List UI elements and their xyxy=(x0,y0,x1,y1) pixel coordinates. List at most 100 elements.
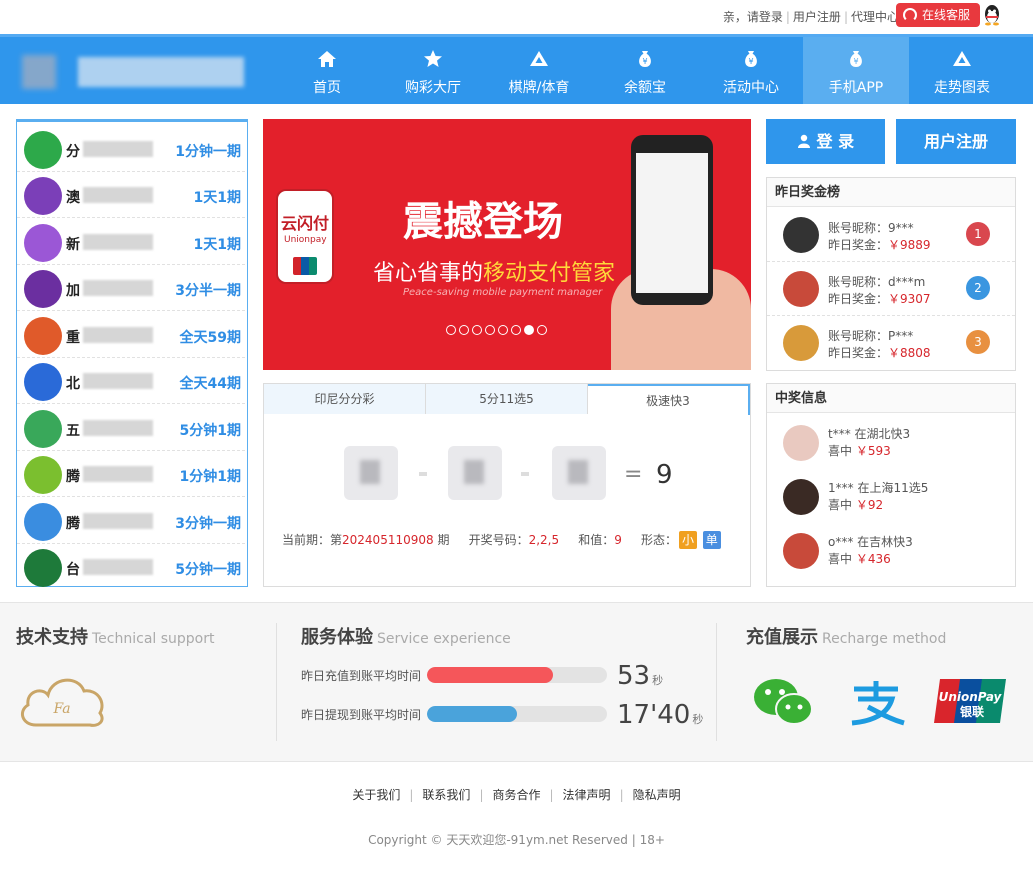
user-icon xyxy=(797,134,810,148)
lottery-tabs: 印尼分分彩 5分11选5 极速快3 xyxy=(264,384,750,415)
svg-text:Fa: Fa xyxy=(52,701,70,717)
game-item[interactable]: 分 1分钟一期 xyxy=(17,126,245,172)
ranking-title: 昨日奖金榜 xyxy=(767,178,1015,207)
game-avatar xyxy=(24,317,62,355)
game-name: 新 xyxy=(66,237,80,253)
login-button[interactable]: 登 录 xyxy=(766,119,885,164)
game-avatar xyxy=(24,549,62,587)
shape-tag-small: 小 xyxy=(678,531,697,549)
tab-indonesia-ffc[interactable]: 印尼分分彩 xyxy=(264,384,426,414)
nav-label: 余额宝 xyxy=(624,80,666,96)
qq-penguin-icon[interactable] xyxy=(983,4,1001,26)
game-name: 加 xyxy=(66,283,80,299)
lottery-draw-panel: 印尼分分彩 5分11选5 极速快3 = 9 当前期：第202405110908 … xyxy=(263,383,751,587)
home-icon xyxy=(318,51,336,67)
game-item[interactable]: 新 1天1期 xyxy=(17,219,245,265)
game-avatar xyxy=(24,410,62,448)
alipay-icon[interactable] xyxy=(846,677,906,727)
money-bag-icon: ¥ xyxy=(850,51,862,67)
game-period: 1天1期 xyxy=(193,190,241,206)
agent-center-link[interactable]: 代理中心 xyxy=(851,10,899,24)
main-nav: 首页 购彩大厅 棋牌/体育 ¥ 余额宝 ¥ 活动中心 ¥ 手机APP 走势图表 xyxy=(0,34,1033,104)
game-avatar xyxy=(24,224,62,262)
game-period: 5分钟1期 xyxy=(179,423,241,439)
footer-link-legal[interactable]: 法律声明 xyxy=(563,788,611,802)
footer-link-privacy[interactable]: 隐私声明 xyxy=(633,788,681,802)
wechat-icon[interactable] xyxy=(752,677,814,727)
promo-banner[interactable]: 云闪付 Unionpay 震撼登场 省心省事的移动支付管家 Peace-savi… xyxy=(263,119,751,370)
ranking-row: 账号昵称：d***m 昨日奖金：￥9307 2 xyxy=(767,262,1015,316)
nav-home[interactable]: 首页 xyxy=(274,37,380,104)
carousel-dot[interactable] xyxy=(511,325,521,335)
carousel-dot[interactable] xyxy=(446,325,456,335)
withdraw-time-row: 昨日提现到账平均时间 xyxy=(301,706,607,723)
game-period: 全天59期 xyxy=(179,330,241,346)
game-period: 1天1期 xyxy=(193,237,241,253)
equals-sign: = xyxy=(624,462,643,487)
nav-label: 首页 xyxy=(313,80,341,96)
headset-icon xyxy=(903,8,917,22)
avatar xyxy=(783,217,819,253)
game-item[interactable]: 加 3分半一期 xyxy=(17,265,245,311)
carousel-dot[interactable] xyxy=(459,325,469,335)
carousel-dot[interactable] xyxy=(498,325,508,335)
unionpay-card-icon xyxy=(293,257,317,275)
register-button[interactable]: 用户注册 xyxy=(896,119,1016,164)
game-item[interactable]: 腾 3分钟一期 xyxy=(17,498,245,544)
footer-link-about[interactable]: 关于我们 xyxy=(352,788,400,802)
yesterday-ranking-panel: 昨日奖金榜 账号昵称：9*** 昨日奖金：￥9889 1 账号昵称：d***m … xyxy=(766,177,1016,371)
tab-fast-k3[interactable]: 极速快3 xyxy=(588,384,750,415)
dice-ball xyxy=(552,446,606,500)
winner-row: o*** 在吉林快3 喜中 ￥436 xyxy=(767,524,1015,578)
nav-chess-sports[interactable]: 棋牌/体育 xyxy=(486,37,592,104)
tab-5min-11x5[interactable]: 5分11选5 xyxy=(426,384,588,414)
online-service-button[interactable]: 在线客服 xyxy=(896,3,980,27)
register-link[interactable]: 用户注册 xyxy=(793,10,841,24)
nav-label: 活动中心 xyxy=(723,80,779,96)
footer-link-business[interactable]: 商务合作 xyxy=(492,788,540,802)
carousel-dot-active[interactable] xyxy=(524,325,534,335)
login-link[interactable]: 亲，请登录 xyxy=(723,10,783,24)
game-avatar xyxy=(24,131,62,169)
site-logo[interactable] xyxy=(22,47,244,97)
carousel-dot[interactable] xyxy=(537,325,547,335)
deposit-time-value: 53 秒 xyxy=(617,661,664,691)
game-name: 台 xyxy=(66,562,80,578)
game-item[interactable]: 腾 1分钟1期 xyxy=(17,451,245,497)
nav-trend-chart[interactable]: 走势图表 xyxy=(909,37,1015,104)
nav-mobile-app[interactable]: ¥ 手机APP xyxy=(803,37,909,104)
game-name: 五 xyxy=(66,423,80,439)
carousel-dot[interactable] xyxy=(485,325,495,335)
triangle-icon xyxy=(530,51,548,66)
winning-info-panel: 中奖信息 t*** 在湖北快3 喜中 ￥593 1*** 在上海11选5 喜中 … xyxy=(766,383,1016,587)
deposit-time-row: 昨日充值到账平均时间 xyxy=(301,667,607,684)
nav-lottery-hall[interactable]: 购彩大厅 xyxy=(380,37,486,104)
game-item[interactable]: 五 5分钟1期 xyxy=(17,405,245,451)
game-period: 3分钟一期 xyxy=(175,516,241,532)
winners-title: 中奖信息 xyxy=(767,384,1015,413)
nav-activity[interactable]: ¥ 活动中心 xyxy=(698,37,804,104)
footer-links: 关于我们 | 联系我们 | 商务合作 | 法律声明 | 隐私声明 xyxy=(352,788,681,802)
dice-ball xyxy=(344,446,398,500)
game-item[interactable]: 北 全天44期 xyxy=(17,358,245,404)
game-name: 腾 xyxy=(66,469,80,485)
triangle-icon xyxy=(953,51,971,66)
footer-link-contact[interactable]: 联系我们 xyxy=(422,788,470,802)
cloud-logo-icon: Fa xyxy=(20,678,104,727)
game-item[interactable]: 澳 1天1期 xyxy=(17,172,245,218)
svg-text:UnionPay: UnionPay xyxy=(939,690,1003,704)
game-period: 5分钟一期 xyxy=(175,562,241,578)
game-name: 腾 xyxy=(66,516,80,532)
game-item[interactable]: 台 5分钟一期 xyxy=(17,544,245,590)
rank-badge: 1 xyxy=(966,222,990,246)
game-item[interactable]: 重 全天59期 xyxy=(17,312,245,358)
avatar xyxy=(783,425,819,461)
logo-sub: Unionpay xyxy=(284,235,327,245)
avatar xyxy=(783,533,819,569)
online-service-label: 在线客服 xyxy=(922,8,971,22)
unionpay-icon[interactable]: UnionPay 银联 xyxy=(934,679,1006,723)
carousel-dot[interactable] xyxy=(472,325,482,335)
nav-balance[interactable]: ¥ 余额宝 xyxy=(592,37,698,104)
star-icon xyxy=(424,50,442,67)
banner-subline: 省心省事的移动支付管家 xyxy=(373,261,616,286)
